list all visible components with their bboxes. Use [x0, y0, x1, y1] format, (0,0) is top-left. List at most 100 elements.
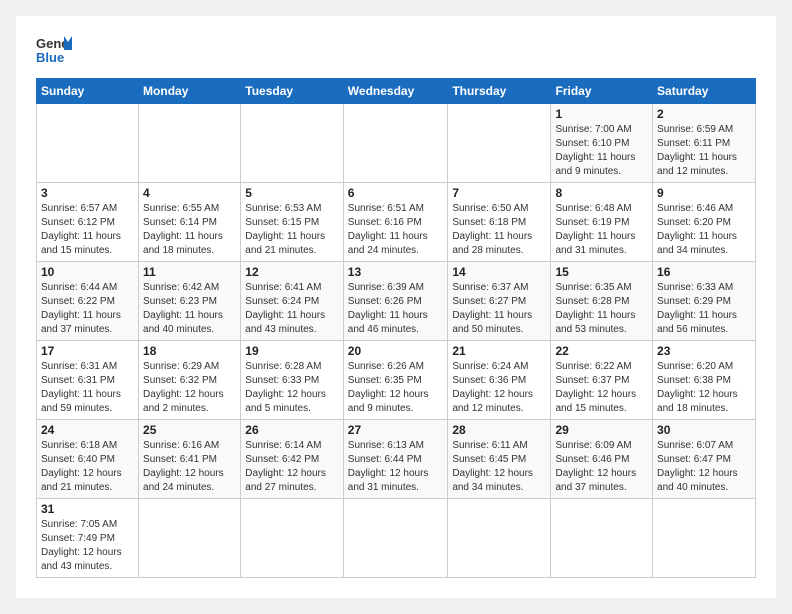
day-number: 22: [555, 344, 648, 358]
calendar-cell: 21 Sunrise: 6:24 AM Sunset: 6:36 PM Dayli…: [448, 341, 551, 420]
calendar-cell: 5 Sunrise: 6:53 AM Sunset: 6:15 PM Daylig…: [241, 183, 344, 262]
calendar-week-row: 17 Sunrise: 6:31 AM Sunset: 6:31 PM Dayli…: [37, 341, 756, 420]
day-number: 12: [245, 265, 339, 279]
calendar-cell: 9Sunrise: 6:46 AM Sunset: 6:20 PM Daylig…: [653, 183, 756, 262]
day-number: 27: [348, 423, 444, 437]
day-number: 17: [41, 344, 134, 358]
day-info: Sunrise: 6:35 AM Sunset: 6:28 PM Dayligh…: [555, 281, 648, 337]
day-info: Sunrise: 6:11 AM Sunset: 6:45 PM Dayligh…: [452, 439, 546, 495]
day-number: 20: [348, 344, 444, 358]
day-number: 30: [657, 423, 751, 437]
day-info: Sunrise: 6:33 AM Sunset: 6:29 PM Dayligh…: [657, 281, 751, 337]
day-info: Sunrise: 6:13 AM Sunset: 6:44 PM Dayligh…: [348, 439, 444, 495]
day-number: 29: [555, 423, 648, 437]
calendar-cell: 11 Sunrise: 6:42 AM Sunset: 6:23 PM Dayli…: [139, 262, 241, 341]
day-info: Sunrise: 6:50 AM Sunset: 6:18 PM Dayligh…: [452, 202, 546, 258]
day-info: Sunrise: 6:59 AM Sunset: 6:11 PM Dayligh…: [657, 123, 751, 179]
day-info: Sunrise: 6:57 AM Sunset: 6:12 PM Dayligh…: [41, 202, 134, 258]
calendar-cell: 13 Sunrise: 6:39 AM Sunset: 6:26 PM Dayli…: [343, 262, 448, 341]
day-number: 26: [245, 423, 339, 437]
day-info: Sunrise: 6:09 AM Sunset: 6:46 PM Dayligh…: [555, 439, 648, 495]
calendar-cell: 4 Sunrise: 6:55 AM Sunset: 6:14 PM Daylig…: [139, 183, 241, 262]
calendar-cell: 23Sunrise: 6:20 AM Sunset: 6:38 PM Dayli…: [653, 341, 756, 420]
day-number: 7: [452, 186, 546, 200]
day-info: Sunrise: 6:24 AM Sunset: 6:36 PM Dayligh…: [452, 360, 546, 416]
logo: General Blue: [36, 32, 72, 68]
generalblue-logo-icon: General Blue: [36, 32, 72, 68]
calendar-week-row: 3Sunrise: 6:57 AM Sunset: 6:12 PM Daylig…: [37, 183, 756, 262]
calendar-cell: [343, 104, 448, 183]
day-info: Sunrise: 7:05 AM Sunset: 7:49 PM Dayligh…: [41, 518, 134, 574]
day-info: Sunrise: 6:29 AM Sunset: 6:32 PM Dayligh…: [143, 360, 236, 416]
day-info: Sunrise: 6:22 AM Sunset: 6:37 PM Dayligh…: [555, 360, 648, 416]
day-number: 5: [245, 186, 339, 200]
day-info: Sunrise: 7:00 AM Sunset: 6:10 PM Dayligh…: [555, 123, 648, 179]
day-number: 21: [452, 344, 546, 358]
calendar-cell: 19Sunrise: 6:28 AM Sunset: 6:33 PM Dayli…: [241, 341, 344, 420]
weekday-header-thursday: Thursday: [448, 79, 551, 104]
day-number: 4: [143, 186, 236, 200]
day-number: 31: [41, 502, 134, 516]
calendar-week-row: 31 Sunrise: 7:05 AM Sunset: 7:49 PM Dayli…: [37, 499, 756, 578]
calendar-cell: 28Sunrise: 6:11 AM Sunset: 6:45 PM Dayli…: [448, 420, 551, 499]
calendar-cell: [37, 104, 139, 183]
calendar-cell: 7 Sunrise: 6:50 AM Sunset: 6:18 PM Daylig…: [448, 183, 551, 262]
weekday-header-tuesday: Tuesday: [241, 79, 344, 104]
day-number: 13: [348, 265, 444, 279]
calendar-cell: [139, 104, 241, 183]
day-info: Sunrise: 6:39 AM Sunset: 6:26 PM Dayligh…: [348, 281, 444, 337]
calendar-table: SundayMondayTuesdayWednesdayThursdayFrid…: [36, 78, 756, 578]
day-info: Sunrise: 6:31 AM Sunset: 6:31 PM Dayligh…: [41, 360, 134, 416]
calendar-cell: 29 Sunrise: 6:09 AM Sunset: 6:46 PM Dayli…: [551, 420, 653, 499]
calendar-cell: 25 Sunrise: 6:16 AM Sunset: 6:41 PM Dayli…: [139, 420, 241, 499]
calendar-week-row: 10Sunrise: 6:44 AM Sunset: 6:22 PM Dayli…: [37, 262, 756, 341]
weekday-header-row: SundayMondayTuesdayWednesdayThursdayFrid…: [37, 79, 756, 104]
calendar-cell: 16Sunrise: 6:33 AM Sunset: 6:29 PM Dayli…: [653, 262, 756, 341]
calendar-cell: [343, 499, 448, 578]
day-info: Sunrise: 6:55 AM Sunset: 6:14 PM Dayligh…: [143, 202, 236, 258]
calendar-cell: [241, 499, 344, 578]
calendar-cell: 6Sunrise: 6:51 AM Sunset: 6:16 PM Daylig…: [343, 183, 448, 262]
day-info: Sunrise: 6:51 AM Sunset: 6:16 PM Dayligh…: [348, 202, 444, 258]
day-info: Sunrise: 6:14 AM Sunset: 6:42 PM Dayligh…: [245, 439, 339, 495]
calendar-cell: 17 Sunrise: 6:31 AM Sunset: 6:31 PM Dayli…: [37, 341, 139, 420]
day-info: Sunrise: 6:42 AM Sunset: 6:23 PM Dayligh…: [143, 281, 236, 337]
weekday-header-monday: Monday: [139, 79, 241, 104]
day-number: 25: [143, 423, 236, 437]
calendar-cell: 12Sunrise: 6:41 AM Sunset: 6:24 PM Dayli…: [241, 262, 344, 341]
day-info: Sunrise: 6:37 AM Sunset: 6:27 PM Dayligh…: [452, 281, 546, 337]
day-number: 1: [555, 107, 648, 121]
day-info: Sunrise: 6:53 AM Sunset: 6:15 PM Dayligh…: [245, 202, 339, 258]
day-info: Sunrise: 6:07 AM Sunset: 6:47 PM Dayligh…: [657, 439, 751, 495]
day-number: 15: [555, 265, 648, 279]
calendar-cell: 2 Sunrise: 6:59 AM Sunset: 6:11 PM Daylig…: [653, 104, 756, 183]
svg-text:Blue: Blue: [36, 50, 64, 65]
day-info: Sunrise: 6:16 AM Sunset: 6:41 PM Dayligh…: [143, 439, 236, 495]
calendar-cell: 20Sunrise: 6:26 AM Sunset: 6:35 PM Dayli…: [343, 341, 448, 420]
day-number: 11: [143, 265, 236, 279]
weekday-header-saturday: Saturday: [653, 79, 756, 104]
day-info: Sunrise: 6:44 AM Sunset: 6:22 PM Dayligh…: [41, 281, 134, 337]
weekday-header-sunday: Sunday: [37, 79, 139, 104]
day-number: 14: [452, 265, 546, 279]
header: General Blue: [36, 32, 756, 68]
weekday-header-friday: Friday: [551, 79, 653, 104]
calendar-cell: 3Sunrise: 6:57 AM Sunset: 6:12 PM Daylig…: [37, 183, 139, 262]
calendar-cell: 24Sunrise: 6:18 AM Sunset: 6:40 PM Dayli…: [37, 420, 139, 499]
calendar-cell: 8Sunrise: 6:48 AM Sunset: 6:19 PM Daylig…: [551, 183, 653, 262]
calendar-cell: 10Sunrise: 6:44 AM Sunset: 6:22 PM Dayli…: [37, 262, 139, 341]
calendar-cell: [448, 499, 551, 578]
calendar-cell: 22 Sunrise: 6:22 AM Sunset: 6:37 PM Dayli…: [551, 341, 653, 420]
calendar-cell: 31 Sunrise: 7:05 AM Sunset: 7:49 PM Dayli…: [37, 499, 139, 578]
day-info: Sunrise: 6:28 AM Sunset: 6:33 PM Dayligh…: [245, 360, 339, 416]
day-number: 9: [657, 186, 751, 200]
calendar-cell: 27 Sunrise: 6:13 AM Sunset: 6:44 PM Dayli…: [343, 420, 448, 499]
weekday-header-wednesday: Wednesday: [343, 79, 448, 104]
day-info: Sunrise: 6:18 AM Sunset: 6:40 PM Dayligh…: [41, 439, 134, 495]
calendar-cell: [139, 499, 241, 578]
calendar-page: General Blue SundayMondayTuesdayWednesda…: [16, 16, 776, 598]
day-number: 2: [657, 107, 751, 121]
calendar-cell: 15 Sunrise: 6:35 AM Sunset: 6:28 PM Dayli…: [551, 262, 653, 341]
day-number: 8: [555, 186, 648, 200]
calendar-cell: [653, 499, 756, 578]
